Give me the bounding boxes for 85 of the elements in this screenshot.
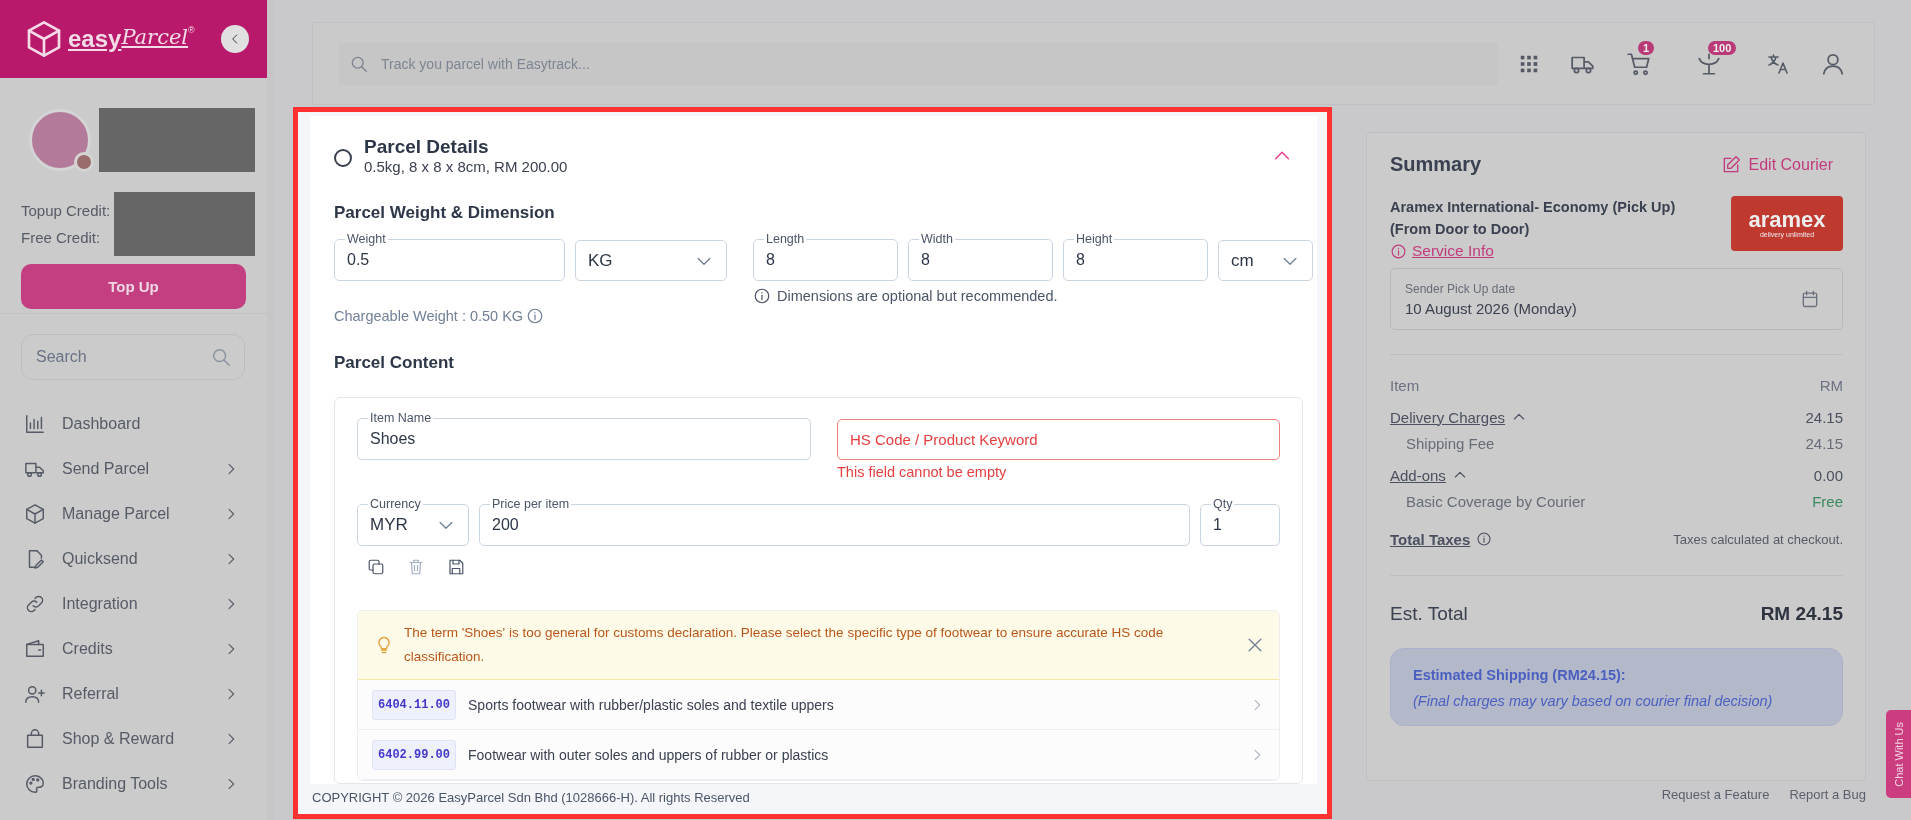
chargeable-weight: Chargeable Weight : 0.50 KG bbox=[334, 308, 524, 324]
logo-text: easyParcel$^{®}$ bbox=[68, 25, 195, 53]
bag-icon bbox=[24, 727, 46, 750]
nav-item[interactable]: Shop & Reward bbox=[24, 725, 267, 752]
palette-icon bbox=[24, 772, 46, 795]
nav-item[interactable]: Quicksend bbox=[24, 545, 267, 572]
alert-message: The term 'Shoes' is too general for customs declaration. Please select the specific type of footwear to ensure accurate HS code classification. bbox=[404, 624, 1165, 666]
charge-amount: 24.15 bbox=[1805, 434, 1843, 452]
credit-label: Free Credit: bbox=[21, 229, 102, 246]
charge-toggle[interactable]: Add-ons bbox=[1390, 466, 1468, 484]
quantity-field[interactable]: Qty 1 bbox=[1200, 498, 1280, 546]
hs-code-tag: 6402.99.00 bbox=[372, 739, 456, 770]
suggestion-text: Footwear with outer soles and uppers of rubber or plastics bbox=[468, 746, 830, 763]
hs-code-tag: 6404.11.00 bbox=[372, 689, 456, 720]
footer-link[interactable]: Request a Feature bbox=[1661, 787, 1770, 802]
charge-amount: 24.15 bbox=[1805, 408, 1843, 426]
dimension-field[interactable]: Width 8 bbox=[908, 233, 1053, 281]
charge-label: Basic Coverage by Courier bbox=[1406, 492, 1586, 510]
calendar-icon bbox=[1800, 289, 1820, 309]
copy-icon[interactable] bbox=[367, 558, 385, 576]
nav-item[interactable]: Branding Tools bbox=[24, 770, 267, 797]
bar-chart-icon bbox=[24, 412, 46, 435]
charge-toggle[interactable]: Delivery Charges bbox=[1390, 408, 1528, 426]
footer-link[interactable]: Report a Bug bbox=[1789, 787, 1866, 802]
wallet-icon bbox=[24, 637, 46, 660]
track-search-field[interactable]: Track you parcel with Easytrack... bbox=[339, 42, 1498, 85]
top-up-button[interactable]: Top Up bbox=[21, 264, 246, 309]
search-icon bbox=[210, 346, 232, 368]
nav-item[interactable]: Manage Parcel bbox=[24, 500, 267, 527]
translate-icon[interactable] bbox=[1766, 51, 1790, 76]
radio-button[interactable] bbox=[334, 148, 352, 167]
section-heading: Parcel Content bbox=[334, 353, 455, 373]
column-header: RM bbox=[1819, 376, 1843, 394]
count-badge: 1 bbox=[1638, 40, 1655, 55]
taxes-note: Taxes calculated at checkout. bbox=[1673, 531, 1843, 547]
nav-item[interactable]: Integration bbox=[24, 590, 267, 617]
section-title: Parcel Details bbox=[364, 136, 490, 158]
hint-text: Dimensions are optional but recommended. bbox=[777, 288, 1058, 304]
charge-amount: 0.00 bbox=[1813, 466, 1843, 484]
price-field[interactable]: Price per item 200 bbox=[479, 498, 1190, 546]
info-icon bbox=[526, 307, 545, 325]
trash-icon[interactable] bbox=[407, 558, 425, 576]
parcel-summary: 0.5kg, 8 x 8 x 8cm, RM 200.00 bbox=[364, 158, 569, 175]
weight-field[interactable]: Weight 0.5 bbox=[334, 233, 565, 281]
error-message: This field cannot be empty bbox=[837, 464, 1008, 480]
unit-dropdown[interactable]: KG bbox=[575, 240, 727, 281]
count-badge: 100 bbox=[1708, 40, 1737, 55]
copyright-text: COPYRIGHT © 2026 EasyParcel Sdn Bhd (1028666-H). All rights Reserved bbox=[311, 789, 751, 807]
unit-dropdown[interactable]: cm bbox=[1218, 240, 1313, 281]
nav-item[interactable]: Credits bbox=[24, 635, 267, 662]
notice-text: (Final charges may vary based on courier final decision) bbox=[1413, 693, 1774, 709]
pickup-date-field[interactable]: Sender Pick Up date 10 August 2026 (Monday) bbox=[1390, 268, 1843, 330]
charge-label: Shipping Fee bbox=[1406, 434, 1495, 452]
edit-courier-link[interactable]: Edit Courier bbox=[1720, 154, 1833, 175]
taxes-label: Total Taxes bbox=[1390, 530, 1471, 548]
search-field[interactable]: Search bbox=[21, 334, 245, 380]
charge-amount: Free bbox=[1812, 492, 1843, 510]
suggestion-text: Sports footwear with rubber/plastic soles and textile uppers bbox=[468, 696, 835, 713]
service-info-link[interactable]: Service Info bbox=[1412, 242, 1494, 260]
section-heading: Parcel Weight & Dimension bbox=[334, 203, 556, 223]
dimension-field[interactable]: Length 8 bbox=[753, 233, 898, 281]
summary-title: Summary bbox=[1390, 153, 1482, 176]
info-icon bbox=[1390, 242, 1407, 260]
notice-title: Estimated Shipping (RM24.15): bbox=[1413, 667, 1627, 683]
dimension-field[interactable]: Height 8 bbox=[1063, 233, 1208, 281]
nav-item[interactable]: Referral bbox=[24, 680, 267, 707]
nav-item[interactable]: Dashboard bbox=[24, 410, 267, 437]
total-amount: RM 24.15 bbox=[1760, 603, 1843, 625]
box-icon bbox=[24, 502, 46, 525]
info-icon bbox=[753, 287, 771, 305]
currency-dropdown[interactable]: Currency MYR bbox=[357, 498, 469, 546]
collapse-button[interactable] bbox=[221, 25, 249, 53]
total-label: Est. Total bbox=[1390, 603, 1468, 625]
chat-tab[interactable]: Chat With Us bbox=[1886, 710, 1911, 798]
hs-code-field[interactable]: HS Code / Product Keyword bbox=[837, 419, 1280, 460]
cart-button[interactable]: 1 bbox=[1626, 40, 1666, 77]
cart-icon bbox=[1626, 50, 1652, 77]
column-header: Item bbox=[1390, 376, 1420, 394]
info-icon bbox=[1476, 531, 1493, 547]
item-name-field[interactable]: Item Name Shoes bbox=[357, 412, 811, 460]
credit-label: Topup Credit: bbox=[21, 202, 111, 219]
courier-name: Aramex International- Economy (Pick Up) (From Door to Door) bbox=[1390, 198, 1677, 239]
notification-button[interactable]: 100 bbox=[1696, 40, 1736, 77]
save-icon[interactable] bbox=[447, 558, 465, 576]
nav-item[interactable]: Send Parcel bbox=[24, 455, 267, 482]
